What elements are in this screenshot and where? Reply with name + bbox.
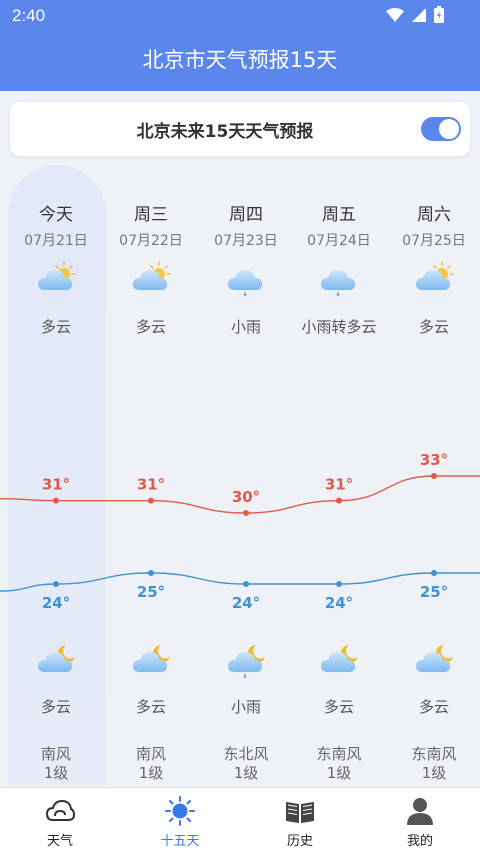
partly-cloudy-night-icon xyxy=(416,645,453,672)
cloud-outline-icon xyxy=(45,799,76,821)
status-bar: 2:40 xyxy=(0,0,480,32)
day-name: 周五 xyxy=(322,205,356,225)
user-icon xyxy=(407,798,433,825)
day-name: 周六 xyxy=(417,205,451,225)
page-title: 北京市天气预报15天 xyxy=(142,48,338,72)
tab-label: 天气 xyxy=(46,834,73,849)
tab-label: 我的 xyxy=(406,834,433,849)
day-weather-icon-wrap xyxy=(131,260,173,296)
night-weather-icon-wrap xyxy=(36,642,78,678)
rain-night-icon xyxy=(228,645,265,679)
night-condition: 多云 xyxy=(323,698,354,716)
night-weather-icon-wrap xyxy=(319,642,361,678)
bottom-tab-bar: 天气 十五天 历史 我的 xyxy=(0,787,480,853)
light-rain-icon xyxy=(228,270,262,297)
night-condition: 多云 xyxy=(418,698,449,716)
light-rain-icon xyxy=(321,270,355,297)
forecast-day[interactable]: 周三 07月22日 多云 多云 南风 1级 xyxy=(101,165,201,785)
night-weather-icon-wrap xyxy=(414,642,456,678)
day-name: 周三 xyxy=(134,205,168,225)
wind-level: 1级 xyxy=(326,764,352,782)
forecast-toggle-switch[interactable] xyxy=(421,117,461,141)
wifi-icon xyxy=(386,7,404,22)
tab-weather[interactable]: 天气 xyxy=(0,788,120,853)
day-date: 07月25日 xyxy=(402,233,466,249)
wind-direction: 南风 xyxy=(135,745,166,763)
wind-level: 1级 xyxy=(421,764,447,782)
status-time: 2:40 xyxy=(12,6,46,25)
tab-history[interactable]: 历史 xyxy=(240,788,360,853)
forecast-day-today[interactable]: 今天 07月21日 多云 多云 南风 1级 xyxy=(6,165,106,785)
day-date: 07月24日 xyxy=(307,233,371,249)
night-condition: 多云 xyxy=(135,698,166,716)
day-condition: 多云 xyxy=(418,318,449,336)
partly-cloudy-night-icon xyxy=(38,645,75,672)
day-date: 07月22日 xyxy=(119,233,183,249)
partly-cloudy-day-icon xyxy=(133,261,171,290)
app-header: 2:40 北京市天气预报15天 xyxy=(0,0,480,91)
day-name: 周四 xyxy=(229,205,263,225)
status-icons xyxy=(386,6,444,23)
toggle-knob xyxy=(439,119,459,139)
day-name: 今天 xyxy=(39,205,73,225)
partly-cloudy-day-icon xyxy=(38,261,76,290)
night-condition: 多云 xyxy=(40,698,71,716)
forecast-toggle-card: 北京未来15天天气预报 xyxy=(10,102,470,156)
wind-level: 1级 xyxy=(43,764,69,782)
night-condition: 小雨 xyxy=(230,698,261,716)
tab-fifteen-days[interactable]: 十五天 xyxy=(120,788,240,853)
book-icon xyxy=(286,802,314,823)
wind-direction: 东南风 xyxy=(411,745,457,763)
wind-level: 1级 xyxy=(138,764,164,782)
day-date: 07月21日 xyxy=(24,233,88,249)
wind-level: 1级 xyxy=(233,764,259,782)
day-weather-icon-wrap xyxy=(414,260,456,296)
tab-mine[interactable]: 我的 xyxy=(360,788,480,853)
wind-direction: 南风 xyxy=(40,745,71,763)
tab-label: 十五天 xyxy=(160,834,200,849)
wind-direction: 东北风 xyxy=(223,745,269,763)
battery-icon xyxy=(434,6,444,23)
forecast-panel[interactable]: 31° 24° 31° 25° 30° 24° 31° 24° 33° 25° 今天 07月21日多… xyxy=(0,165,480,785)
signal-icon xyxy=(412,7,426,22)
partly-cloudy-day-icon xyxy=(416,261,454,290)
forecast-day[interactable]: 周四 07月23日 小雨 小雨 东北风 1级 xyxy=(196,165,296,785)
forecast-day[interactable]: 周五 07月24日 小雨转多云 多云 东南风 1级 xyxy=(289,165,389,785)
night-weather-icon-wrap xyxy=(226,642,268,679)
forecast-day[interactable]: 周六 07月25日 多云 多云 东南风 1级 xyxy=(384,165,480,785)
partly-cloudy-night-icon xyxy=(133,645,170,672)
tab-label: 历史 xyxy=(286,834,313,849)
sun-icon xyxy=(165,796,195,826)
day-date: 07月23日 xyxy=(214,233,278,249)
day-weather-icon-wrap xyxy=(36,260,78,296)
day-weather-icon-wrap xyxy=(226,260,268,297)
night-weather-icon-wrap xyxy=(131,642,173,678)
partly-cloudy-night-icon xyxy=(321,645,358,672)
day-weather-icon-wrap xyxy=(319,260,361,297)
wind-direction: 东南风 xyxy=(316,745,362,763)
toggle-label: 北京未来15天天气预报 xyxy=(136,122,314,142)
